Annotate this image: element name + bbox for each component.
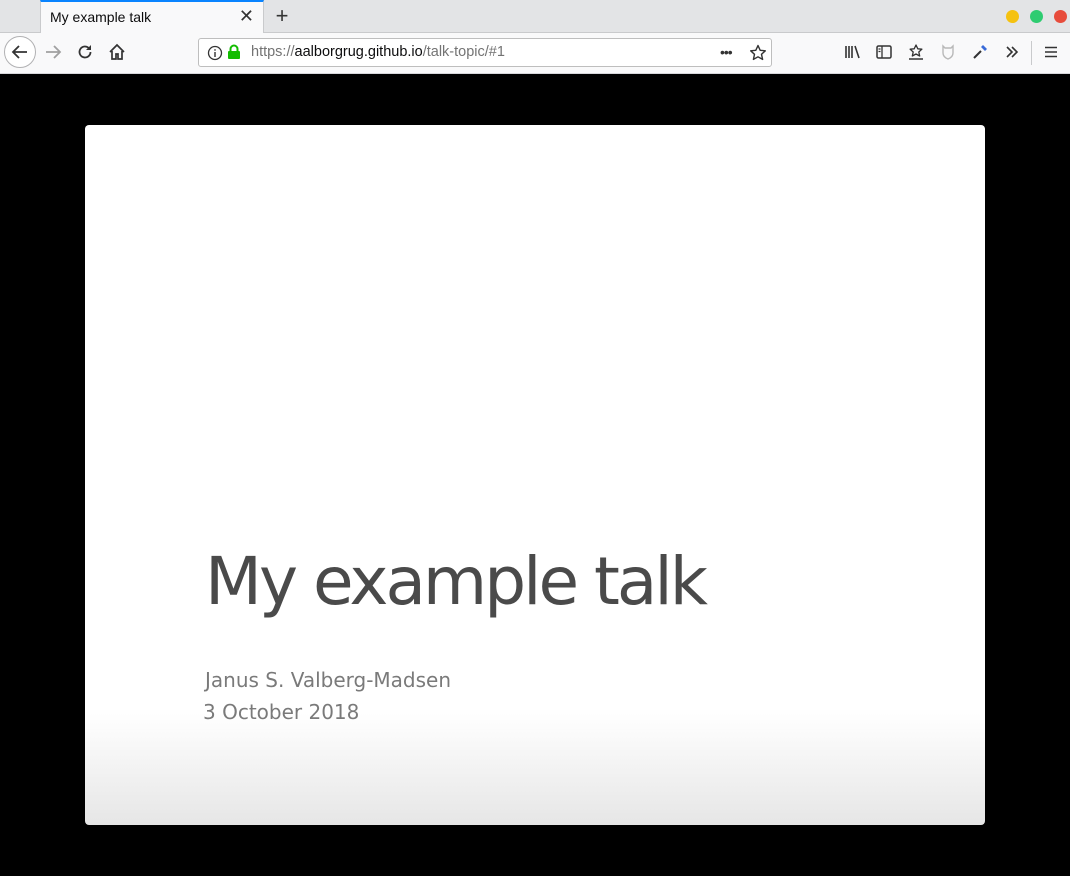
minimize-button[interactable] xyxy=(1006,10,1019,23)
lock-icon xyxy=(228,44,240,59)
reload-icon xyxy=(78,45,92,59)
eyedropper-button[interactable] xyxy=(965,37,995,67)
close-window-button[interactable] xyxy=(1054,10,1067,23)
shield-icon xyxy=(942,44,954,60)
maximize-button[interactable] xyxy=(1030,10,1043,23)
tab-close-icon[interactable]: ✕ xyxy=(239,6,254,26)
chevron-double-right-icon xyxy=(1006,46,1019,58)
forward-arrow-icon xyxy=(46,45,62,59)
slide: My example talk Janus S. Valberg-Madsen … xyxy=(85,125,985,825)
sidebar-icon xyxy=(876,45,892,59)
toolbar-divider xyxy=(1031,41,1032,65)
forward-button[interactable] xyxy=(38,37,68,67)
url-path: /talk-topic/#1 xyxy=(422,44,505,60)
reload-button[interactable] xyxy=(70,37,100,67)
slide-title: My example talk xyxy=(205,543,708,620)
home-button[interactable] xyxy=(102,37,132,67)
eyedropper-icon xyxy=(973,45,987,59)
slide-date: 3 October 2018 xyxy=(203,700,360,724)
url-scheme: https:// xyxy=(251,44,295,60)
slide-author: Janus S. Valberg-Madsen xyxy=(205,668,452,692)
library-icon xyxy=(845,45,860,59)
site-info-icon[interactable] xyxy=(207,45,223,61)
url-text[interactable]: https://aalborgrug.github.io/talk-topic/… xyxy=(251,44,505,60)
navigation-toolbar: https://aalborgrug.github.io/talk-topic/… xyxy=(0,33,1070,74)
tab-my-example-talk[interactable]: My example talk ✕ xyxy=(40,0,264,33)
overflow-menu-button[interactable] xyxy=(997,37,1027,67)
tab-title: My example talk xyxy=(50,9,152,25)
hamburger-menu-icon xyxy=(1045,46,1057,58)
address-bar[interactable]: https://aalborgrug.github.io/talk-topic/… xyxy=(198,38,772,67)
star-tray-icon xyxy=(909,44,923,60)
url-host: aalborgrug.github.io xyxy=(294,44,423,60)
main-menu-button[interactable] xyxy=(1036,37,1066,67)
sidebar-button[interactable] xyxy=(869,37,899,67)
new-tab-button[interactable]: + xyxy=(270,3,294,29)
home-icon xyxy=(109,43,125,60)
back-button[interactable] xyxy=(4,36,36,68)
back-arrow-icon xyxy=(11,45,27,59)
page-actions-icon[interactable]: ••• xyxy=(720,44,733,60)
pocket-button[interactable] xyxy=(901,37,931,67)
tab-strip: My example talk ✕ + xyxy=(0,0,1070,33)
bookmark-star-icon[interactable] xyxy=(749,44,767,62)
library-button[interactable] xyxy=(838,37,868,67)
extension-button[interactable] xyxy=(933,37,963,67)
